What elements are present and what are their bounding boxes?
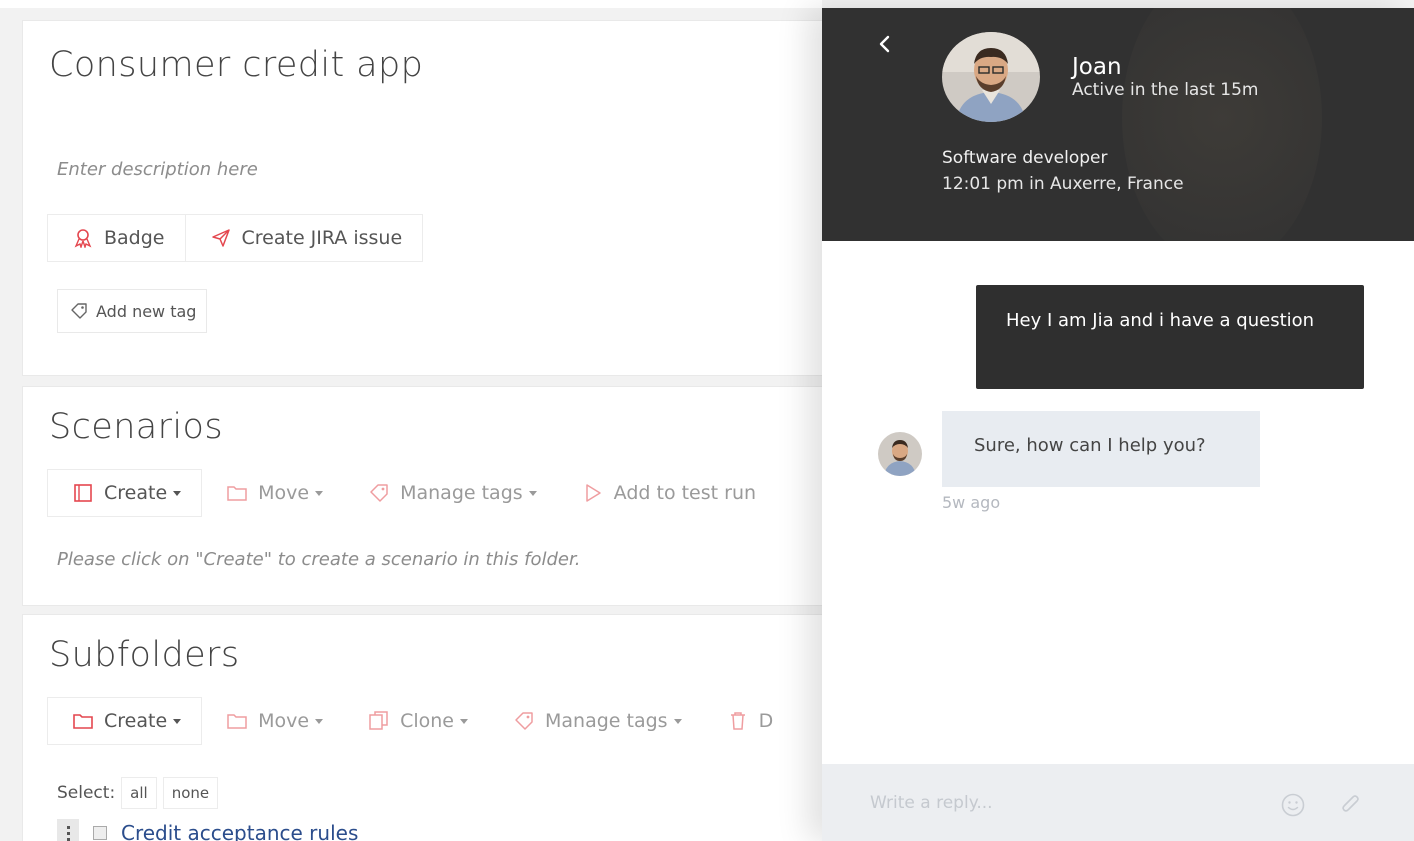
- scenario-move-button[interactable]: Move: [202, 469, 345, 517]
- avatar: [942, 32, 1040, 122]
- chat-panel: Joan Active in the last 15m Software dev…: [822, 8, 1414, 841]
- description-field[interactable]: Enter description here: [57, 159, 258, 180]
- create-jira-issue-label: Create JIRA issue: [241, 227, 403, 249]
- incoming-message: Sure, how can I help you?: [942, 411, 1260, 487]
- agent-local-time: 12:01 pm in Auxerre, France: [942, 174, 1184, 194]
- subfolder-clone-label: Clone: [400, 710, 454, 732]
- reply-input[interactable]: [870, 789, 1250, 817]
- badge-label: Badge: [104, 227, 165, 249]
- tag-icon: [70, 302, 88, 320]
- tag-icon: [368, 482, 390, 504]
- subfolders-title: Subfolders: [49, 635, 240, 675]
- scenarios-toolbar: Create Move Manage tags Add to test run: [47, 469, 777, 517]
- folder-icon: [72, 710, 94, 732]
- outgoing-message: Hey I am Jia and i have a question: [976, 285, 1364, 389]
- subfolder-clone-button[interactable]: Clone: [344, 697, 489, 745]
- scenario-manage-tags-button[interactable]: Manage tags: [344, 469, 558, 517]
- badge-icon: [72, 227, 94, 249]
- tag-icon: [513, 710, 535, 732]
- list-item: Credit acceptance rules: [57, 819, 358, 841]
- subfolder-manage-tags-label: Manage tags: [545, 710, 668, 732]
- chevron-down-icon: [460, 718, 468, 724]
- subfolder-create-label: Create: [104, 710, 168, 732]
- add-new-tag-button[interactable]: Add new tag: [57, 289, 208, 333]
- subfolders-toolbar: Create Move Clone Manage tags D: [47, 697, 794, 745]
- scenario-icon: [72, 482, 94, 504]
- agent-role: Software developer: [942, 148, 1108, 168]
- paperclip-icon[interactable]: [1338, 792, 1364, 818]
- subfolder-link[interactable]: Credit acceptance rules: [121, 821, 358, 841]
- page-title: Consumer credit app: [49, 45, 424, 85]
- subfolder-create-button[interactable]: Create: [47, 697, 203, 745]
- subfolder-delete-label: D: [758, 710, 774, 732]
- chat-header: Joan Active in the last 15m Software dev…: [822, 8, 1414, 241]
- chevron-down-icon: [315, 718, 324, 724]
- avatar: [878, 432, 922, 476]
- scenarios-panel: Scenarios Create Move Manage tags Add to…: [22, 386, 842, 606]
- chevron-down-icon: [173, 490, 182, 496]
- folder-icon: [226, 710, 248, 732]
- select-controls: Select: all none: [57, 777, 219, 809]
- subfolder-move-button[interactable]: Move: [202, 697, 345, 745]
- scenarios-title: Scenarios: [49, 407, 223, 447]
- subfolder-delete-button[interactable]: D: [702, 697, 794, 745]
- message-timestamp: 5w ago: [942, 493, 1001, 512]
- scenario-move-label: Move: [258, 482, 310, 504]
- agent-status: Active in the last 15m: [1072, 80, 1259, 100]
- emoji-icon[interactable]: [1280, 792, 1306, 818]
- chevron-down-icon: [673, 718, 682, 724]
- trash-icon: [727, 710, 749, 732]
- app-main: Consumer credit app Enter description he…: [0, 0, 842, 841]
- subfolder-move-label: Move: [258, 710, 310, 732]
- chevron-down-icon: [315, 490, 324, 496]
- scenarios-empty-hint: Please click on "Create" to create a sce…: [57, 549, 581, 570]
- scenario-manage-tags-label: Manage tags: [400, 482, 523, 504]
- agent-name: Joan: [1072, 54, 1122, 80]
- clone-icon: [368, 710, 390, 732]
- add-to-test-run-label: Add to test run: [613, 482, 757, 504]
- subfolder-manage-tags-button[interactable]: Manage tags: [489, 697, 703, 745]
- play-icon: [582, 482, 604, 504]
- scenario-create-label: Create: [104, 482, 168, 504]
- send-icon: [210, 227, 232, 249]
- app-action-group: Badge Create JIRA issue: [47, 214, 424, 262]
- chevron-down-icon: [173, 718, 182, 724]
- select-none-button[interactable]: none: [162, 777, 219, 809]
- chevron-left-icon[interactable]: [874, 32, 898, 56]
- select-label: Select:: [57, 783, 116, 803]
- badge-button[interactable]: Badge: [47, 214, 186, 262]
- drag-handle-icon[interactable]: [57, 819, 79, 841]
- folder-icon: [226, 482, 248, 504]
- scenario-create-button[interactable]: Create: [47, 469, 203, 517]
- create-jira-issue-button[interactable]: Create JIRA issue: [185, 214, 424, 262]
- add-new-tag-label: Add new tag: [96, 301, 197, 321]
- item-checkbox[interactable]: [93, 826, 107, 840]
- select-all-button[interactable]: all: [121, 777, 157, 809]
- subfolders-panel: Subfolders Create Move Clone Manage tags…: [22, 614, 842, 841]
- reply-bar: [822, 764, 1414, 841]
- add-to-test-run-button[interactable]: Add to test run: [557, 469, 777, 517]
- app-header-panel: Consumer credit app Enter description he…: [22, 20, 842, 376]
- chevron-down-icon: [528, 490, 537, 496]
